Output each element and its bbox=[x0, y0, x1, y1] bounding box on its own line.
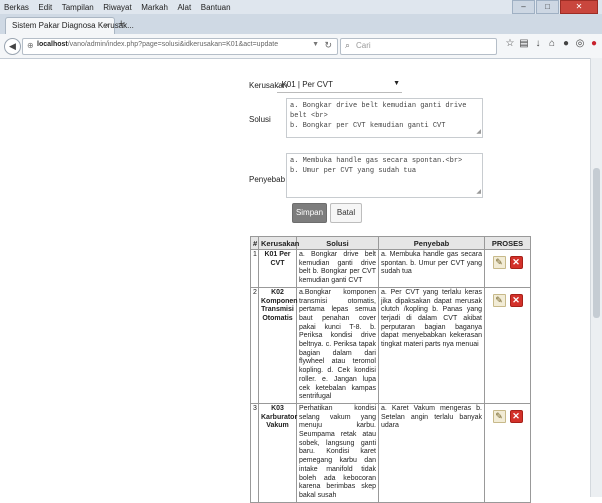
search-bar[interactable]: ⌕ Cari bbox=[340, 38, 497, 55]
penyebab-cell: a. Membuka handle gas secara spontan. b.… bbox=[378, 249, 485, 288]
table-header-row: # Kerusakan Solusi Penyebab PROSES bbox=[250, 236, 531, 250]
star-icon[interactable]: ☆ bbox=[503, 38, 517, 50]
menu-bar: Berkas Edit Tampilan Riwayat Markah Alat… bbox=[0, 0, 602, 14]
url-bar[interactable]: ⊕ localhost/vano/admin/index.php?page=so… bbox=[22, 38, 338, 55]
download-icon[interactable]: ↓ bbox=[531, 38, 545, 50]
globe-icon: ⊕ bbox=[27, 41, 34, 50]
cancel-button[interactable]: Batal bbox=[330, 203, 362, 223]
table-row: 2 K02 Komponen Transmisi Otomatis a.Bong… bbox=[250, 286, 531, 404]
delete-icon[interactable]: ✕ bbox=[509, 256, 523, 269]
penyebab-label: Penyebab bbox=[249, 175, 286, 184]
menu-tampilan[interactable]: Tampilan bbox=[62, 3, 94, 12]
home-icon[interactable]: ⌂ bbox=[545, 38, 559, 50]
column-header: PROSES bbox=[484, 236, 531, 250]
penyebab-cell: a. Per CVT yang terlalu keras jika dipak… bbox=[378, 286, 485, 404]
edit-icon[interactable]: ✎ bbox=[492, 256, 506, 269]
page-scrollbar[interactable] bbox=[590, 58, 602, 497]
tab-close-icon[interactable]: × bbox=[104, 21, 109, 30]
maximize-button[interactable]: □ bbox=[536, 0, 559, 14]
column-header: Penyebab bbox=[378, 236, 485, 250]
proses-cell: ✎ ✕ bbox=[484, 249, 531, 288]
edit-icon[interactable]: ✎ bbox=[492, 409, 506, 423]
minimize-button[interactable]: – bbox=[512, 0, 535, 14]
solusi-cell: a. Bongkar drive belt kemudian ganti dri… bbox=[296, 249, 379, 288]
solusi-table: # Kerusakan Solusi Penyebab PROSES 1 K01… bbox=[250, 236, 531, 503]
solusi-label: Solusi bbox=[249, 115, 271, 124]
solusi-line: a. Bongkar drive belt kemudian ganti dri… bbox=[290, 102, 467, 120]
column-header: # bbox=[250, 236, 259, 250]
new-tab-button[interactable]: + bbox=[118, 18, 124, 30]
solusi-cell: Perhatikan kondisi selang vakum yang men… bbox=[296, 402, 379, 503]
toolbar-icons: ☆ ▤ ↓ ⌂ ● ◎ ● ≡ bbox=[503, 38, 602, 50]
table-row: 1 K01 Per CVT a. Bongkar drive belt kemu… bbox=[250, 249, 531, 288]
tab-title: Sistem Pakar Diagnosa Kerusak... bbox=[12, 21, 134, 30]
column-header: Solusi bbox=[296, 236, 379, 250]
tab-sistem-pakar[interactable]: Sistem Pakar Diagnosa Kerusak... × bbox=[5, 17, 134, 35]
edit-icon[interactable]: ✎ bbox=[492, 293, 506, 307]
kerusakan-cell: K03 Karburator Vakum bbox=[258, 402, 297, 503]
solusi-textarea[interactable]: a. Bongkar drive belt kemudian ganti dri… bbox=[286, 98, 483, 138]
row-number: 3 bbox=[250, 402, 259, 503]
search-placeholder: Cari bbox=[356, 41, 371, 50]
row-number: 2 bbox=[250, 286, 259, 404]
menu-list: Berkas Edit Tampilan Riwayat Markah Alat… bbox=[4, 2, 238, 12]
solusi-line: b. Bongkar per CVT kemudian ganti CVT bbox=[290, 122, 446, 130]
row-number: 1 bbox=[250, 249, 259, 288]
menu-bantuan[interactable]: Bantuan bbox=[201, 3, 231, 12]
nav-bar: ◀ ⊕ localhost/vano/admin/index.php?page=… bbox=[0, 34, 602, 59]
search-icon: ⌕ bbox=[345, 40, 351, 50]
menu-riwayat[interactable]: Riwayat bbox=[103, 3, 131, 12]
chevron-down-icon: ▼ bbox=[393, 80, 400, 87]
resize-handle-icon[interactable]: ◢ bbox=[476, 127, 481, 137]
kerusakan-cell: K02 Komponen Transmisi Otomatis bbox=[258, 286, 298, 404]
proses-cell: ✎ ✕ bbox=[484, 286, 531, 404]
back-icon[interactable]: ◀ bbox=[4, 38, 21, 55]
reload-icon[interactable]: ↻ bbox=[324, 40, 332, 51]
resize-handle-icon[interactable]: ◢ bbox=[476, 187, 481, 197]
kerusakan-cell: K01 Per CVT bbox=[258, 249, 297, 288]
url-dropdown-icon[interactable]: ▼ bbox=[312, 41, 319, 48]
scrollbar-thumb[interactable] bbox=[593, 168, 600, 318]
pocket-icon[interactable]: ● bbox=[559, 38, 573, 50]
url-path: /vano/admin/index.php?page=solusi&idkeru… bbox=[67, 41, 279, 48]
close-window-button[interactable]: ✕ bbox=[560, 0, 598, 14]
menu-berkas[interactable]: Berkas bbox=[4, 3, 29, 12]
column-header: Kerusakan bbox=[258, 236, 299, 250]
kerusakan-select[interactable]: : K01 | Per CVT ▼ bbox=[277, 80, 402, 93]
extension-icon[interactable]: ◎ bbox=[573, 38, 587, 50]
tab-bar: Sistem Pakar Diagnosa Kerusak... × + bbox=[0, 14, 602, 35]
menu-markah[interactable]: Markah bbox=[141, 3, 168, 12]
bookmarks-icon[interactable]: ▤ bbox=[517, 38, 531, 50]
penyebab-line: a. Membuka handle gas secara spontan.<br… bbox=[290, 157, 463, 165]
kerusakan-selected-value: : K01 | Per CVT bbox=[277, 80, 333, 89]
adblock-icon[interactable]: ● bbox=[587, 38, 601, 50]
window-controls: – □ ✕ bbox=[511, 0, 598, 14]
menu-alat[interactable]: Alat bbox=[177, 3, 191, 12]
proses-cell: ✎ ✕ bbox=[484, 402, 531, 503]
penyebab-cell: a. Karet Vakum mengeras b. Setelan angin… bbox=[378, 402, 485, 503]
solusi-cell: a.Bongkar komponen transmisi otomatis, p… bbox=[296, 286, 379, 404]
delete-icon[interactable]: ✕ bbox=[509, 409, 523, 423]
menu-edit[interactable]: Edit bbox=[38, 3, 52, 12]
delete-icon[interactable]: ✕ bbox=[509, 293, 523, 307]
save-button[interactable]: Simpan bbox=[292, 203, 327, 223]
url-text: localhost/vano/admin/index.php?page=solu… bbox=[37, 41, 278, 48]
url-host: localhost bbox=[37, 41, 68, 48]
penyebab-textarea[interactable]: a. Membuka handle gas secara spontan.<br… bbox=[286, 153, 483, 198]
penyebab-line: b. Umur per CVT yang sudah tua bbox=[290, 167, 417, 175]
table-row: 3 K03 Karburator Vakum Perhatikan kondis… bbox=[250, 402, 531, 503]
